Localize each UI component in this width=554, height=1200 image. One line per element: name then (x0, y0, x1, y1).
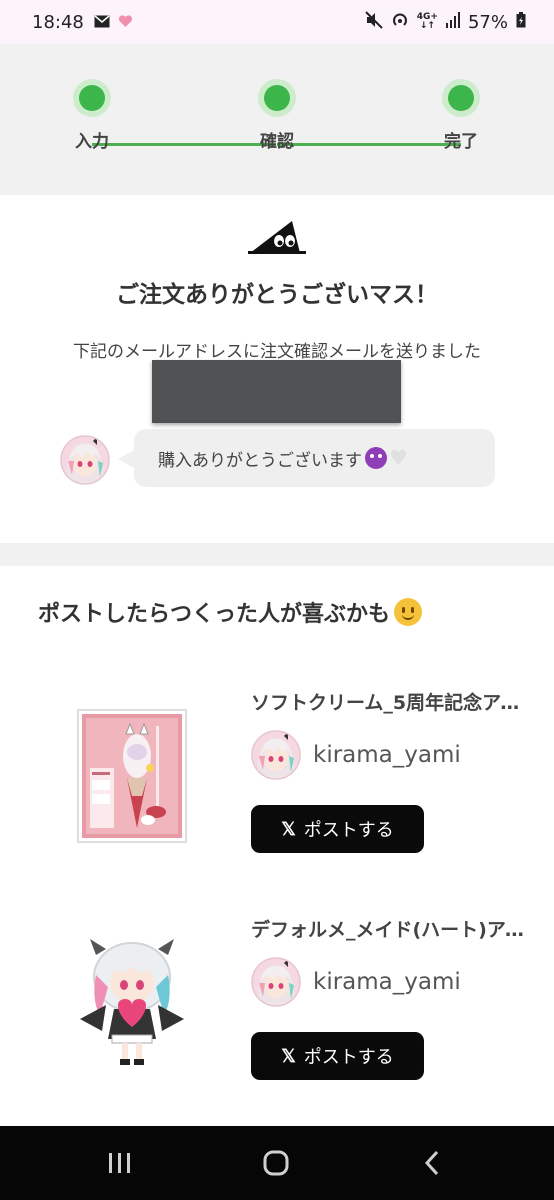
white-heart-icon: ♥ (389, 446, 408, 470)
battery-icon (516, 11, 526, 33)
creator-avatar (251, 957, 301, 1007)
creator-name: kirama_yami (313, 969, 461, 995)
post-button-label: ポストする (303, 820, 394, 840)
status-time: 18:48 (32, 11, 84, 33)
recents-icon[interactable] (100, 1146, 140, 1180)
creator-avatar (251, 730, 301, 780)
section-divider (0, 543, 554, 566)
step-label: 入力 (75, 132, 109, 152)
redacted-email (152, 360, 401, 423)
bubble-tail (118, 450, 134, 468)
product-image-maid[interactable] (72, 935, 192, 1075)
step-dot (442, 79, 480, 117)
product-image-softcream[interactable] (72, 708, 192, 848)
mute-icon (365, 10, 383, 34)
post-to-x-button[interactable]: 𝕏 ポストする (251, 805, 424, 853)
smiley-icon (394, 598, 423, 626)
step-dot (73, 79, 111, 117)
post-section-title-text: ポストしたらつくった人が喜ぶかも (38, 602, 391, 627)
home-icon[interactable] (256, 1146, 296, 1180)
step-label: 確認 (260, 132, 294, 152)
creator-message-bubble: 購入ありがとうございます ♥ (134, 429, 495, 487)
post-section-title: ポストしたらつくった人が喜ぶかも (38, 596, 423, 628)
status-bar: 18:48 4G+ ↓↑ 57% (0, 0, 554, 44)
x-logo-icon: 𝕏 (281, 1045, 296, 1066)
x-logo-icon: 𝕏 (281, 818, 296, 839)
system-nav-bar (0, 1126, 554, 1200)
back-icon[interactable] (412, 1146, 452, 1180)
product-card: ソフトクリーム_5周年記念アクリルスタンド kirama_yami (0, 688, 554, 888)
post-button-label: ポストする (303, 1047, 394, 1067)
mail-icon (94, 13, 110, 32)
step-label: 完了 (444, 132, 478, 152)
shop-logo-icon (248, 219, 306, 255)
network-badge: 4G+ ↓↑ (416, 12, 438, 31)
step-input: 入力 (52, 79, 132, 152)
creator-name: kirama_yami (313, 742, 461, 768)
signal-icon (445, 11, 460, 33)
step-dot (258, 79, 296, 117)
creator-info[interactable]: kirama_yami (251, 730, 461, 780)
order-complete-section: ご注文ありがとうございマス！ 下記のメールアドレスに注文確認メールを送りました … (0, 195, 554, 543)
post-to-x-button[interactable]: 𝕏 ポストする (251, 1032, 424, 1080)
order-stepper: 入力 確認 完了 (0, 44, 554, 195)
status-right: 4G+ ↓↑ 57% (365, 10, 526, 34)
creator-message: 購入ありがとうございます (158, 450, 362, 471)
thanks-subtitle: 下記のメールアドレスに注文確認メールを送りました (73, 342, 481, 362)
heart-icon (118, 13, 133, 32)
creator-info[interactable]: kirama_yami (251, 957, 461, 1007)
product-card: デフォルメ_メイド(ハート)アクリルスタンド kirama_yami (0, 915, 554, 1115)
product-name[interactable]: ソフトクリーム_5周年記念アクリルスタンド (251, 688, 536, 715)
step-complete: 完了 (421, 79, 501, 152)
product-name[interactable]: デフォルメ_メイド(ハート)アクリルスタンド (251, 915, 536, 942)
battery-percent: 57% (467, 11, 508, 33)
smiling-devil-icon (365, 447, 387, 469)
hotspot-icon (391, 11, 409, 34)
status-notification-icons (94, 13, 133, 32)
step-confirm: 確認 (237, 79, 317, 152)
thanks-title: ご注文ありがとうございマス！ (116, 282, 438, 308)
creator-avatar (60, 435, 110, 485)
